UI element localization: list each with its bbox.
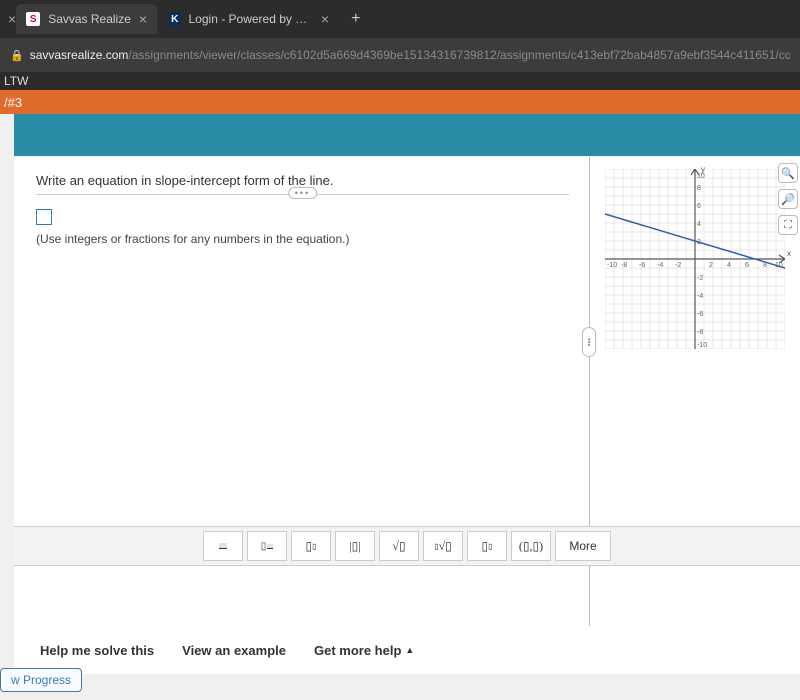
- answer-input[interactable]: [36, 209, 52, 225]
- svg-text:-6: -6: [697, 311, 703, 318]
- coordinate-graph[interactable]: -10-8-6-4-2 246810 108642 -2-4-6-8-10 y …: [605, 169, 785, 349]
- help-row: Help me solve this View an example Get m…: [14, 626, 800, 674]
- tab-title: Savvas Realize: [48, 12, 131, 26]
- palette-subscript-button[interactable]: ▯▯: [467, 531, 507, 561]
- svg-text:-2: -2: [697, 275, 703, 282]
- y-axis-label: y: [701, 165, 705, 174]
- svg-text:-4: -4: [657, 262, 663, 269]
- svg-text:4: 4: [727, 262, 731, 269]
- svg-text:-2: -2: [675, 262, 681, 269]
- breadcrumb-num: /#3: [4, 95, 22, 110]
- browser-tab-skyward[interactable]: K Login - Powered by Skyward ×: [159, 4, 339, 34]
- new-tab-button[interactable]: +: [341, 10, 370, 28]
- svg-text:-8: -8: [621, 262, 627, 269]
- close-icon[interactable]: ×: [321, 11, 329, 27]
- help-more-link[interactable]: Get more help ▲: [314, 643, 414, 658]
- palette-sqrt-button[interactable]: √▯: [379, 531, 419, 561]
- fullscreen-icon[interactable]: ⛶: [778, 215, 798, 235]
- expand-dots-icon[interactable]: •••: [288, 187, 317, 199]
- svg-text:8: 8: [697, 185, 701, 192]
- palette-coord-button[interactable]: (▯,▯): [511, 531, 551, 561]
- address-bar[interactable]: 🔒 savvasrealize.com/assignments/viewer/c…: [0, 38, 800, 72]
- svg-text:10: 10: [775, 262, 783, 269]
- svg-text:4: 4: [697, 221, 701, 228]
- skyward-favicon-icon: K: [169, 12, 180, 26]
- url-text: savvasrealize.com/assignments/viewer/cla…: [30, 48, 790, 62]
- tab-title: Login - Powered by Skyward: [189, 12, 313, 26]
- svg-text:-6: -6: [639, 262, 645, 269]
- svg-text:-10: -10: [697, 342, 707, 349]
- url-path: /assignments/viewer/classes/c6102d5a669d…: [128, 48, 790, 62]
- svg-text:-8: -8: [697, 329, 703, 336]
- breadcrumb-row-orange: /#3: [0, 90, 800, 114]
- x-axis-label: x: [787, 249, 791, 258]
- svg-text:-4: -4: [697, 293, 703, 300]
- browser-tab-strip: × S Savvas Realize × K Login - Powered b…: [0, 0, 800, 38]
- close-icon[interactable]: ×: [8, 11, 16, 27]
- browser-tab-savvas[interactable]: S Savvas Realize ×: [16, 4, 157, 34]
- svg-text:6: 6: [745, 262, 749, 269]
- content-area: Write an equation in slope-intercept for…: [14, 156, 800, 626]
- palette-mixed-button[interactable]: ▯: [247, 531, 287, 561]
- zoom-in-icon[interactable]: 🔍: [778, 163, 798, 183]
- svg-text:8: 8: [763, 262, 767, 269]
- svg-text:2: 2: [697, 239, 701, 246]
- svg-text:10: 10: [697, 173, 705, 180]
- svg-text:2: 2: [709, 262, 713, 269]
- url-host: savvasrealize.com: [30, 48, 129, 62]
- math-palette: ▯ ▯▯ |▯| √▯ ▯√▯ ▯▯ (▯,▯) More: [14, 526, 800, 566]
- close-icon[interactable]: ×: [139, 11, 147, 27]
- palette-more-button[interactable]: More: [555, 531, 611, 561]
- teal-banner: [14, 114, 800, 156]
- caret-up-icon: ▲: [405, 645, 414, 655]
- savvas-favicon-icon: S: [26, 12, 40, 26]
- breadcrumb-row-dark: LTW: [0, 72, 800, 90]
- lock-icon: 🔒: [10, 49, 24, 62]
- graph-toolbar: 🔍 🔎 ⛶: [778, 163, 798, 235]
- question-prompt: Write an equation in slope-intercept for…: [36, 173, 569, 188]
- progress-button[interactable]: w Progress: [0, 668, 82, 692]
- zoom-out-icon[interactable]: 🔎: [778, 189, 798, 209]
- palette-abs-button[interactable]: |▯|: [335, 531, 375, 561]
- prompt-separator: •••: [36, 194, 569, 195]
- svg-text:-10: -10: [607, 262, 617, 269]
- palette-exponent-button[interactable]: ▯▯: [291, 531, 331, 561]
- palette-fraction-button[interactable]: [203, 531, 243, 561]
- help-solve-link[interactable]: Help me solve this: [40, 643, 154, 658]
- palette-nroot-button[interactable]: ▯√▯: [423, 531, 463, 561]
- answer-hint: (Use integers or fractions for any numbe…: [36, 232, 569, 246]
- breadcrumb-ltw: LTW: [4, 74, 28, 88]
- svg-text:6: 6: [697, 203, 701, 210]
- help-example-link[interactable]: View an example: [182, 643, 286, 658]
